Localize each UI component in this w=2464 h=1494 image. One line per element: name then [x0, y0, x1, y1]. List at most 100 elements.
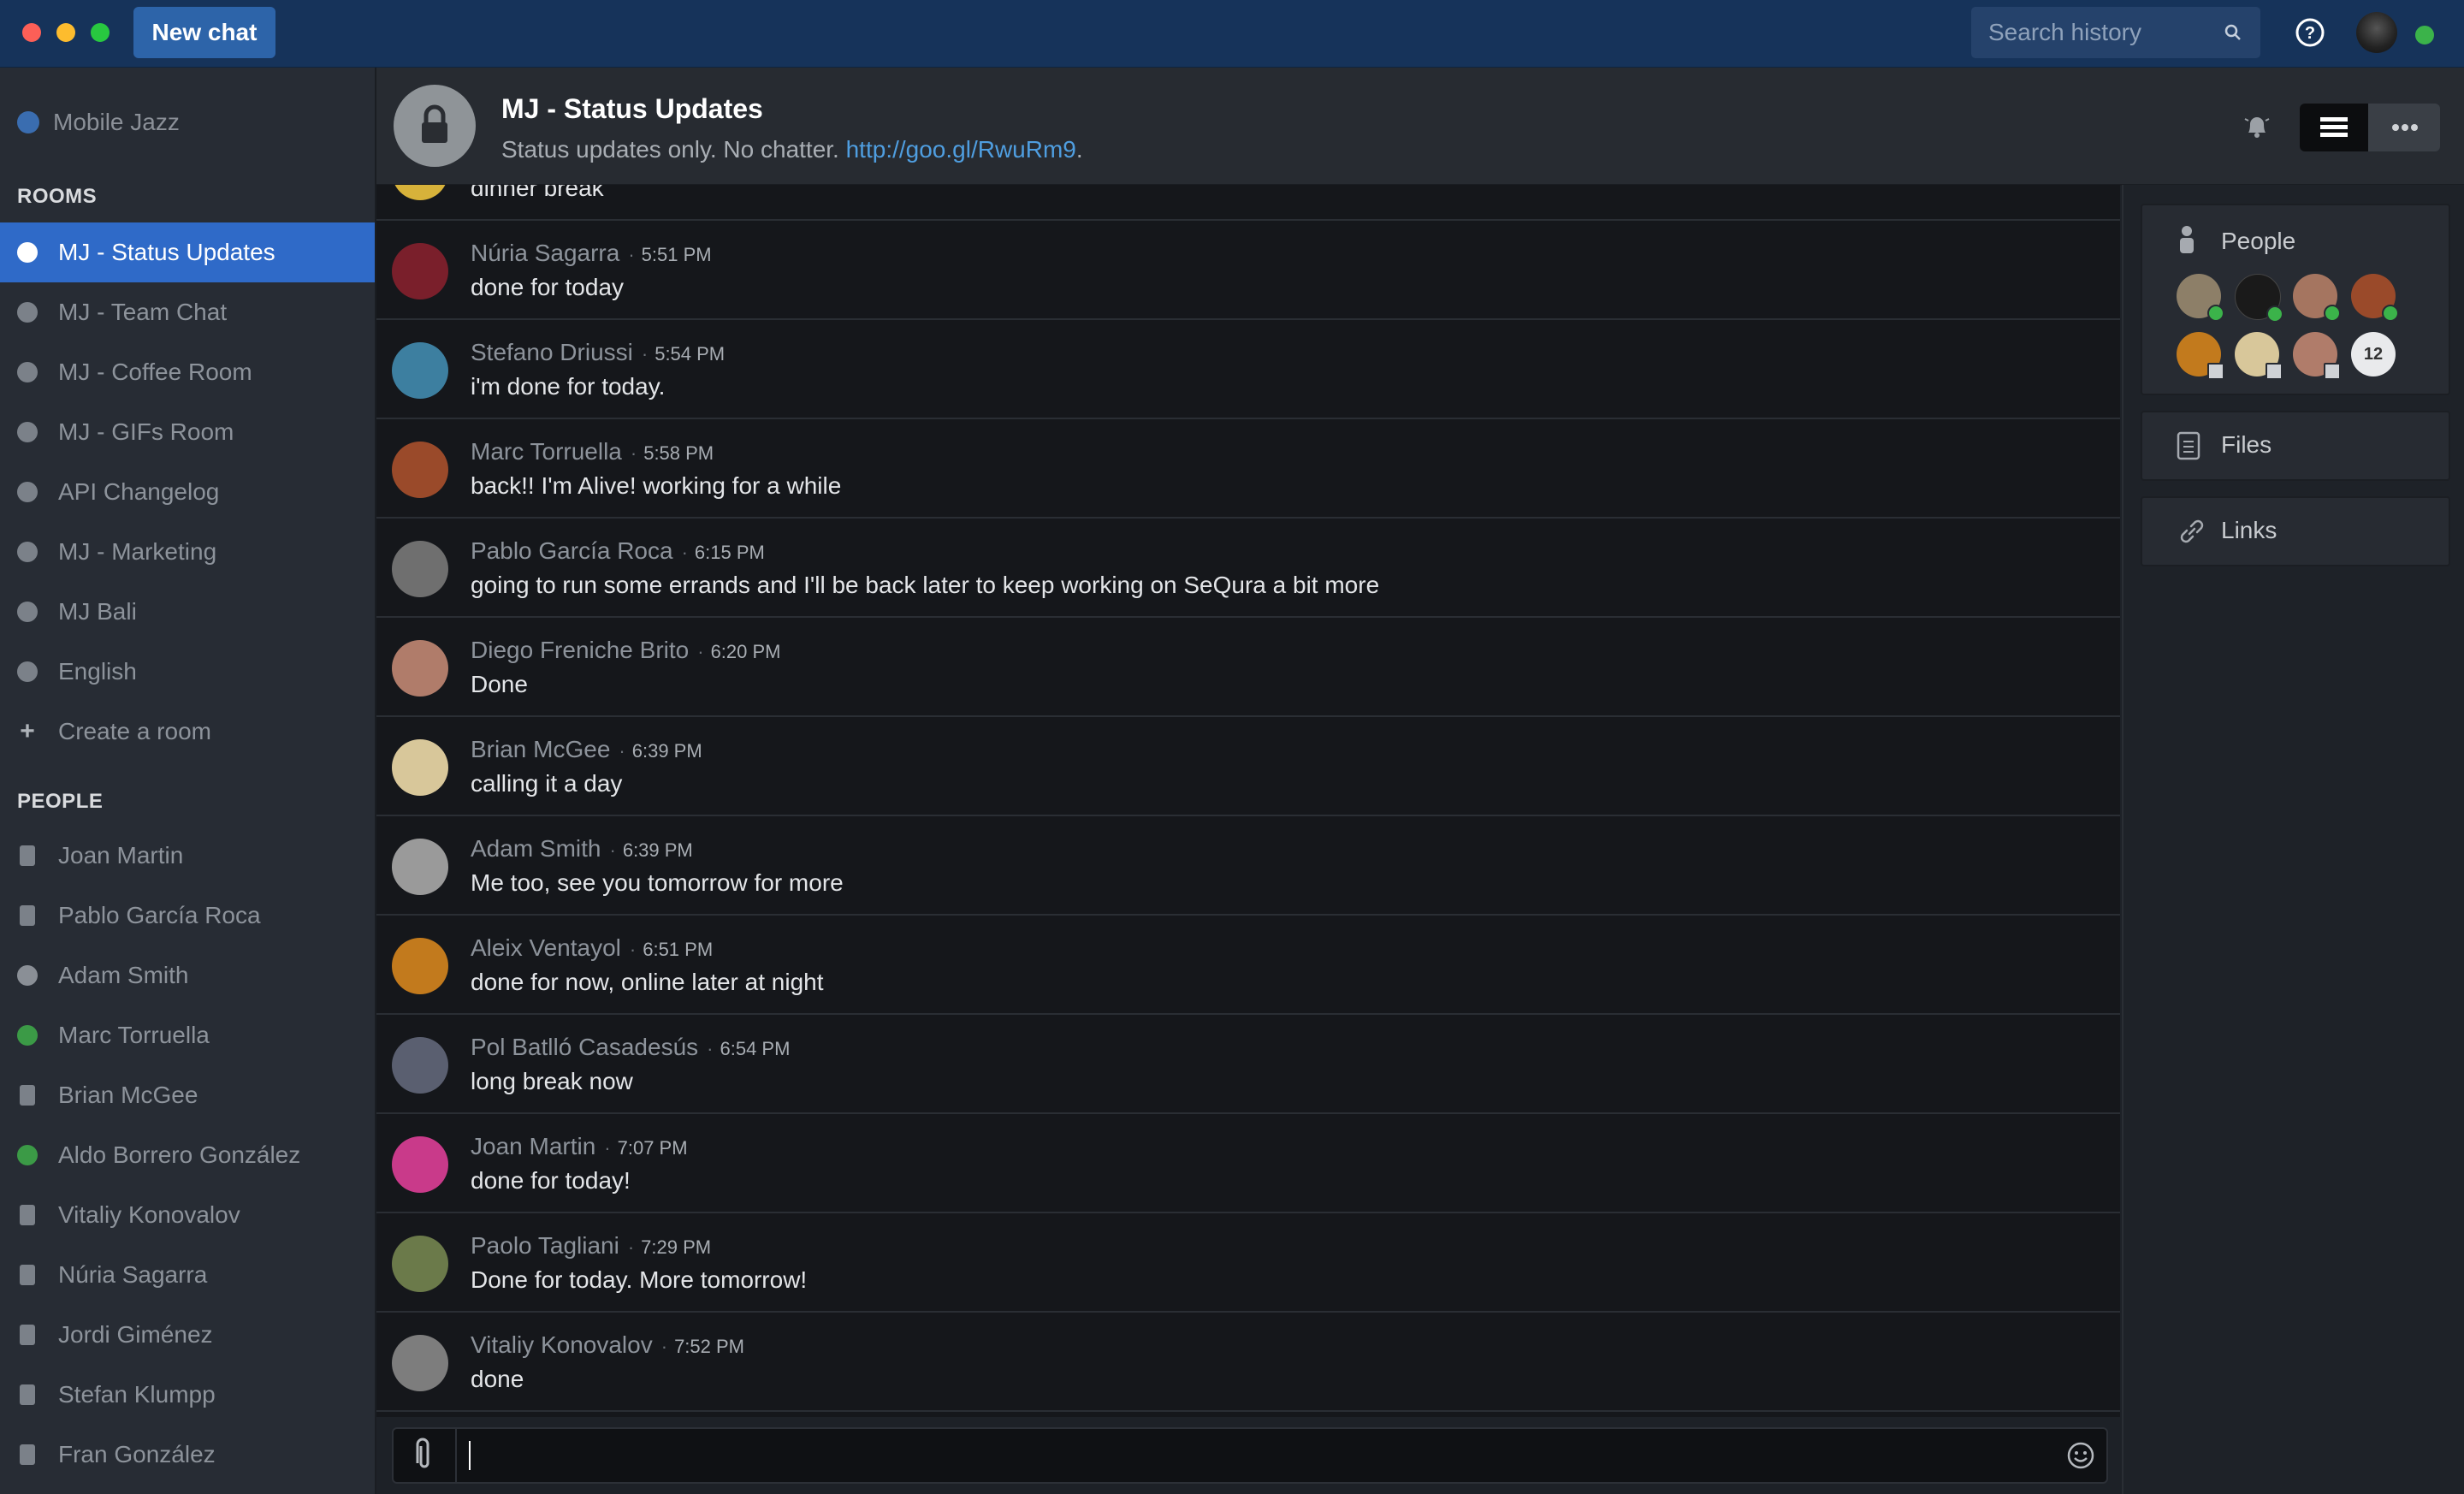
- message-author[interactable]: Paolo Tagliani: [471, 1232, 619, 1259]
- message-author[interactable]: Pol Batlló Casadesús: [471, 1034, 698, 1060]
- sidebar-room-team-chat[interactable]: MJ - Team Chat: [0, 282, 375, 342]
- sidebar-room-marketing[interactable]: MJ - Marketing: [0, 522, 375, 582]
- message-author[interactable]: Diego Freniche Brito: [471, 637, 689, 663]
- room-label: English: [58, 658, 137, 685]
- people-card[interactable]: People 12: [2141, 204, 2450, 395]
- search-history-input[interactable]: Search history: [1971, 7, 2260, 58]
- message-item[interactable]: Diego Freniche Brito · 6:20 PM Done: [376, 618, 2120, 717]
- message-list[interactable]: dinner break Núria Sagarra · 5:51 PM done …: [376, 185, 2120, 1417]
- room-icon: [17, 362, 38, 382]
- topic-link[interactable]: http://goo.gl/RwuRm9: [846, 136, 1076, 163]
- message-item[interactable]: Paolo Tagliani · 7:29 PM Done for today. M…: [376, 1213, 2120, 1313]
- message-author[interactable]: Brian McGee: [471, 736, 610, 762]
- message-author[interactable]: Joan Martin: [471, 1133, 595, 1159]
- search-placeholder: Search history: [1988, 19, 2141, 45]
- window-minimize-button[interactable]: [56, 23, 75, 42]
- files-card[interactable]: Files: [2141, 411, 2450, 481]
- message-avatar: [392, 1136, 448, 1193]
- sidebar-room-api-changelog[interactable]: API Changelog: [0, 462, 375, 522]
- message-item[interactable]: Pablo García Roca · 6:15 PM going to run s…: [376, 519, 2120, 618]
- sidebar-person-nuria-sagarra[interactable]: Núria Sagarra: [0, 1245, 375, 1305]
- sidebar-person-vitaliy-konovalov[interactable]: Vitaliy Konovalov: [0, 1185, 375, 1245]
- more-members-badge[interactable]: 12: [2351, 332, 2396, 376]
- message-item[interactable]: Stefano Driussi · 5:54 PM i'm done for tod…: [376, 320, 2120, 419]
- create-room-button[interactable]: + Create a room: [0, 702, 375, 762]
- person-label: Pablo García Roca: [58, 902, 261, 928]
- sidebar-person-jordi-gimenez[interactable]: Jordi Giménez: [0, 1305, 375, 1365]
- help-icon[interactable]: ?: [2295, 17, 2325, 48]
- message-author[interactable]: Marc Torruella: [471, 438, 622, 465]
- mobile-status-icon: [20, 905, 35, 926]
- message-item[interactable]: Marc Torruella · 5:58 PM back!! I'm Alive!…: [376, 419, 2120, 519]
- sidebar-room-status-updates[interactable]: MJ - Status Updates: [0, 222, 375, 282]
- person-label: Joan Martin: [58, 842, 184, 869]
- message-author[interactable]: Núria Sagarra: [471, 240, 619, 266]
- message-author[interactable]: Adam Smith: [471, 835, 601, 862]
- online-status-dot: [2324, 305, 2341, 322]
- sidebar-person-joan-martin[interactable]: Joan Martin: [0, 826, 375, 886]
- sidebar-room-english[interactable]: English: [0, 642, 375, 702]
- window-zoom-button[interactable]: [91, 23, 110, 42]
- emoji-icon[interactable]: [2065, 1440, 2096, 1471]
- member-avatar[interactable]: [2177, 274, 2224, 322]
- attach-button[interactable]: [394, 1429, 457, 1482]
- message-input[interactable]: [392, 1427, 2108, 1484]
- sidebar-person-brian-mcgee[interactable]: Brian McGee: [0, 1065, 375, 1125]
- message-item[interactable]: Joan Martin · 7:07 PM done for today!: [376, 1114, 2120, 1213]
- list-view-button[interactable]: [2300, 104, 2368, 151]
- member-avatar[interactable]: [2351, 274, 2399, 322]
- message-author[interactable]: Stefano Driussi: [471, 339, 633, 365]
- message-author[interactable]: Pablo García Roca: [471, 537, 673, 564]
- message-author-line: Diego Freniche Brito · 6:20 PM: [471, 637, 781, 664]
- message-item[interactable]: Adam Smith · 6:39 PM Me too, see you tomor…: [376, 816, 2120, 916]
- window-close-button[interactable]: [22, 23, 41, 42]
- message-avatar: [392, 243, 448, 299]
- message-author[interactable]: Aleix Ventayol: [471, 934, 621, 961]
- sidebar-room-gifs-room[interactable]: MJ - GIFs Room: [0, 402, 375, 462]
- message-item[interactable]: Brian McGee · 6:39 PM calling it a day: [376, 717, 2120, 816]
- message-item[interactable]: Vitaliy Konovalov · 7:52 PM done: [376, 1313, 2120, 1412]
- document-icon: [2177, 431, 2200, 460]
- sidebar-person-fran-gonzalez[interactable]: Fran González: [0, 1425, 375, 1485]
- sidebar-person-adam-smith[interactable]: Adam Smith: [0, 946, 375, 1005]
- online-status-dot: [2382, 305, 2399, 322]
- team-switcher[interactable]: Mobile Jazz: [17, 109, 180, 136]
- message-item[interactable]: Núria Sagarra · 5:51 PM done for today: [376, 221, 2120, 320]
- message-item[interactable]: Pol Batlló Casadesús · 6:54 PM long break …: [376, 1015, 2120, 1114]
- message-text: Me too, see you tomorrow for more: [471, 869, 844, 896]
- online-status-dot: [2266, 305, 2283, 323]
- person-label: Núria Sagarra: [58, 1261, 208, 1288]
- sidebar-person-pablo-garcia-roca[interactable]: Pablo García Roca: [0, 886, 375, 946]
- message-text: done for today: [471, 274, 625, 300]
- mobile-status-icon: [2266, 363, 2283, 380]
- new-chat-button[interactable]: New chat: [133, 7, 275, 58]
- message-text: Done for today. More tomorrow!: [471, 1266, 808, 1293]
- message-author-line: Aleix Ventayol · 6:51 PM: [471, 934, 713, 962]
- member-avatar[interactable]: [2293, 332, 2341, 380]
- topic-end: .: [1075, 136, 1083, 163]
- links-card[interactable]: Links: [2141, 496, 2450, 566]
- message-author[interactable]: Vitaliy Konovalov: [471, 1331, 653, 1358]
- user-avatar[interactable]: [2356, 12, 2397, 53]
- people-heading: PEOPLE: [17, 790, 104, 813]
- message-item[interactable]: Aleix Ventayol · 6:51 PM done for now, onl…: [376, 916, 2120, 1015]
- sidebar-room-mj-bali[interactable]: MJ Bali: [0, 582, 375, 642]
- message-item[interactable]: dinner break: [376, 185, 2120, 221]
- person-label: Aldo Borrero González: [58, 1141, 301, 1168]
- message-text: done for today!: [471, 1167, 631, 1194]
- member-avatar[interactable]: [2293, 274, 2341, 322]
- member-avatar[interactable]: [2235, 274, 2283, 323]
- sidebar-person-marc-torruella[interactable]: Marc Torruella: [0, 1005, 375, 1065]
- message-time: 6:20 PM: [710, 641, 781, 662]
- separator-dot: ·: [641, 343, 649, 365]
- online-status-indicator: [2414, 24, 2436, 46]
- sidebar-person-aldo-borrero[interactable]: Aldo Borrero González: [0, 1125, 375, 1185]
- notification-bell-icon[interactable]: [2240, 109, 2274, 143]
- more-options-button[interactable]: [2370, 104, 2440, 151]
- sidebar-room-coffee-room[interactable]: MJ - Coffee Room: [0, 342, 375, 402]
- member-avatar[interactable]: [2235, 332, 2283, 380]
- member-avatar[interactable]: [2177, 332, 2224, 380]
- sidebar-person-stefan-klumpp[interactable]: Stefan Klumpp: [0, 1365, 375, 1425]
- sidebar: Mobile Jazz ROOMS MJ - Status Updates MJ…: [0, 68, 376, 1494]
- message-time: 6:39 PM: [631, 740, 702, 762]
